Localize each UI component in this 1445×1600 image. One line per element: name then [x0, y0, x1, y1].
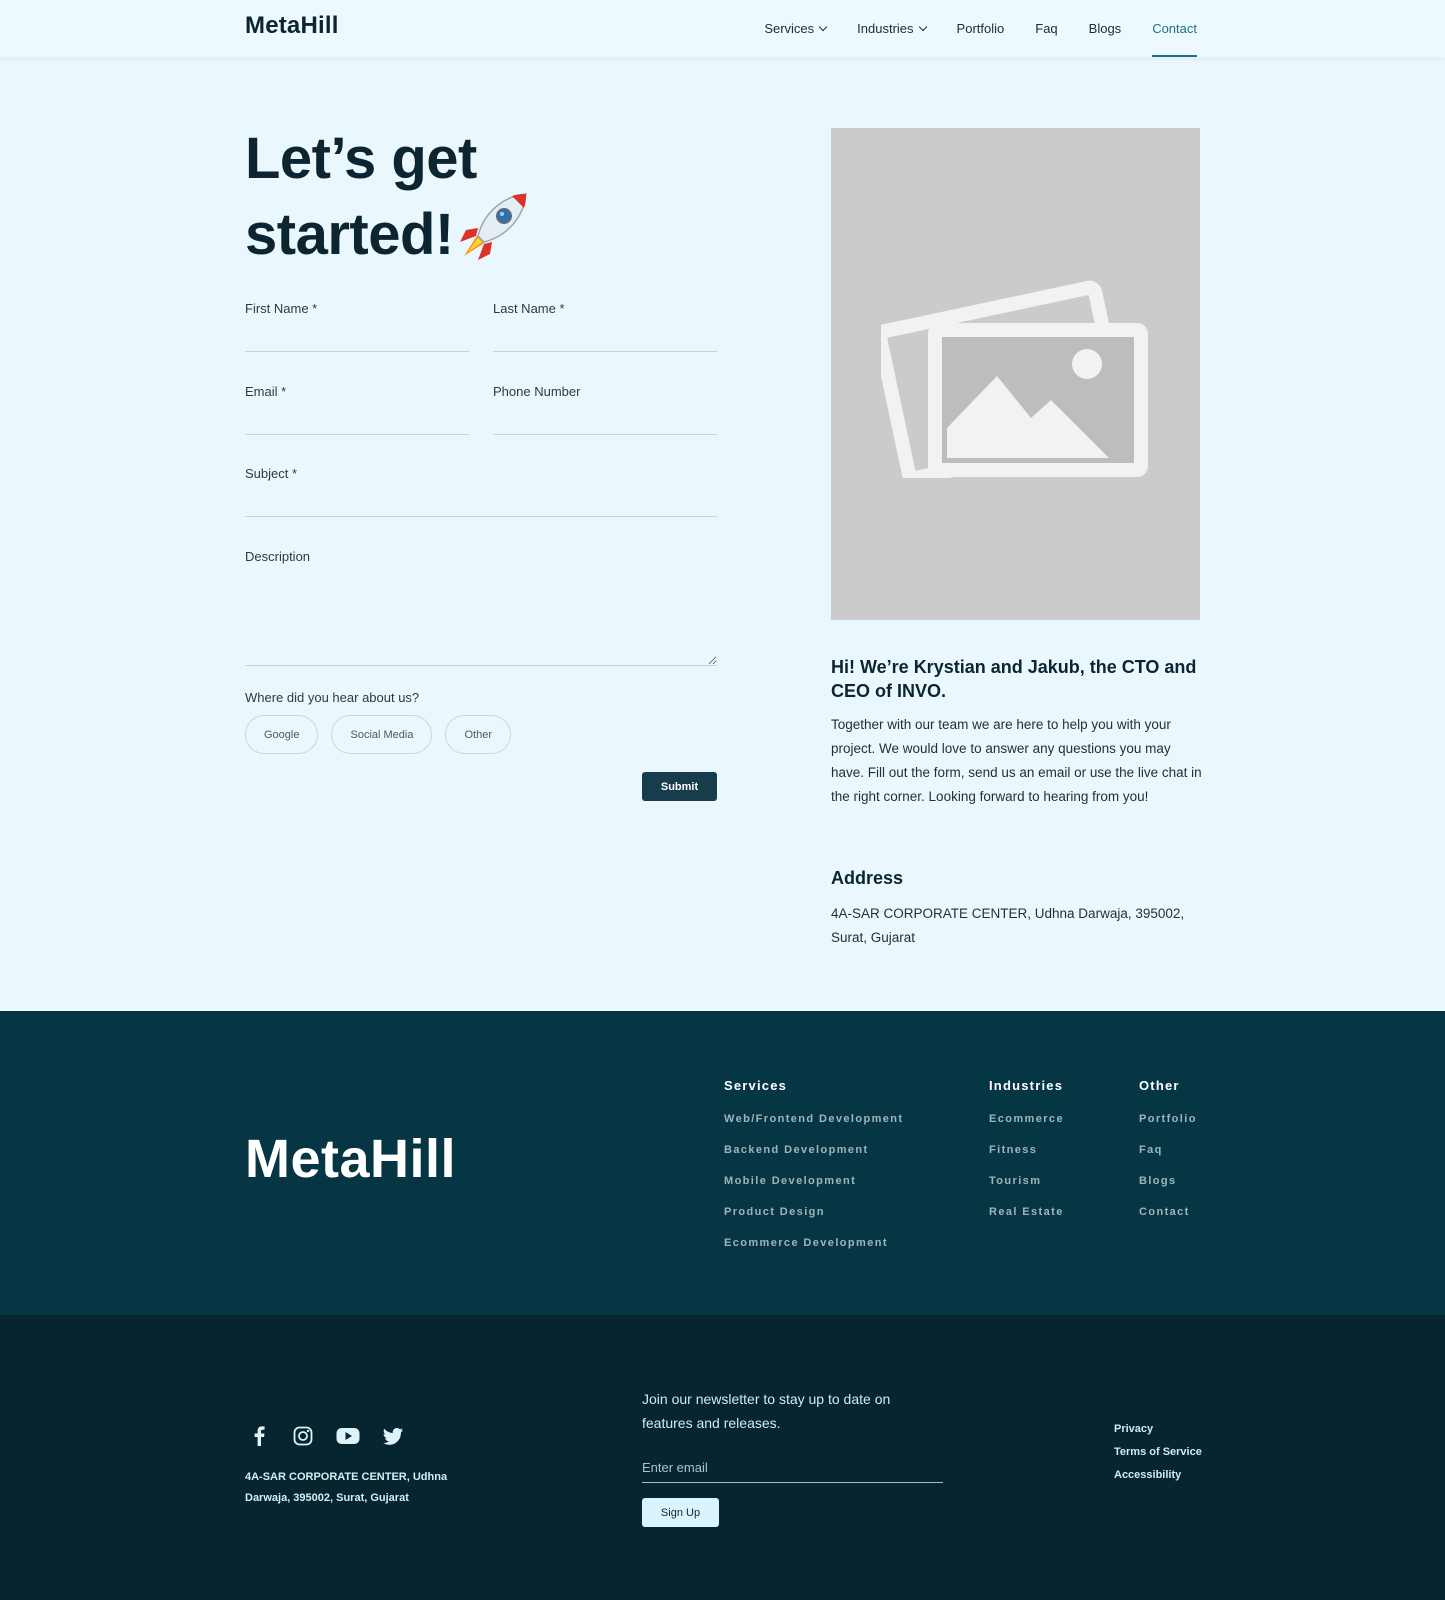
- hero-title-line2: started!: [245, 202, 454, 267]
- footer-link[interactable]: Product Design: [724, 1206, 903, 1218]
- footer-col-title: Other: [1139, 1078, 1180, 1093]
- nav-faq[interactable]: Faq: [1035, 0, 1057, 57]
- footer-link[interactable]: Faq: [1139, 1144, 1197, 1156]
- submit-button[interactable]: Submit: [642, 772, 717, 801]
- accessibility-link[interactable]: Accessibility: [1114, 1469, 1202, 1481]
- chevron-down-icon: [818, 22, 828, 32]
- newsletter-text: Join our newsletter to stay up to date o…: [642, 1391, 891, 1431]
- last-name-label: Last Name *: [493, 301, 565, 316]
- nav-industries-label: Industries: [857, 21, 914, 36]
- nav-contact[interactable]: Contact: [1152, 0, 1197, 57]
- hero-title-line1: Let’s get: [245, 126, 477, 191]
- last-name-field: Last Name *: [493, 301, 717, 352]
- footer-col-services: Services Web/Frontend Development Backen…: [724, 1078, 903, 1268]
- phone-input[interactable]: [493, 409, 717, 435]
- option-other[interactable]: Other: [445, 715, 511, 754]
- chevron-down-icon: [918, 22, 927, 32]
- footer-link[interactable]: Blogs: [1139, 1175, 1197, 1187]
- nav-services-label: Services: [764, 21, 815, 36]
- option-social-media[interactable]: Social Media: [331, 715, 433, 754]
- address-title: Address: [831, 868, 904, 888]
- footer-col-title: Services: [724, 1078, 788, 1093]
- footer-link[interactable]: Mobile Development: [724, 1175, 903, 1187]
- signup-button[interactable]: Sign Up: [642, 1498, 719, 1527]
- subject-field: Subject *: [245, 466, 717, 517]
- nav-services[interactable]: Services: [764, 0, 828, 57]
- email-field: Email *: [245, 384, 469, 435]
- email-label: Email *: [245, 384, 287, 399]
- youtube-icon[interactable]: [336, 1425, 360, 1447]
- hero-title: Let’s get started!: [245, 128, 530, 266]
- nav-links: Services Industries Portfolio Faq Blogs …: [764, 0, 1197, 57]
- privacy-link[interactable]: Privacy: [1114, 1423, 1202, 1435]
- newsletter-email-input[interactable]: [642, 1453, 943, 1483]
- footer-address: 4A-SAR CORPORATE CENTER, Udhna Darwaja, …: [245, 1471, 448, 1504]
- description-label: Description: [245, 549, 311, 564]
- footer-col-other: Other Portfolio Faq Blogs Contact: [1139, 1078, 1197, 1237]
- footer-link[interactable]: Backend Development: [724, 1144, 903, 1156]
- terms-link[interactable]: Terms of Service: [1114, 1446, 1202, 1458]
- description-textarea[interactable]: [245, 574, 717, 666]
- footer-link[interactable]: Ecommerce Development: [724, 1237, 903, 1249]
- footer-link[interactable]: Tourism: [989, 1175, 1064, 1187]
- nav-blogs[interactable]: Blogs: [1089, 0, 1122, 57]
- nav-portfolio[interactable]: Portfolio: [957, 0, 1005, 57]
- footer-link[interactable]: Ecommerce: [989, 1113, 1064, 1125]
- footer-link[interactable]: Contact: [1139, 1206, 1197, 1218]
- footer-top: MetaHill Services Web/Frontend Developme…: [0, 1011, 1445, 1315]
- nav-industries[interactable]: Industries: [857, 0, 927, 57]
- footer-link[interactable]: Fitness: [989, 1144, 1064, 1156]
- rocket-icon: [456, 190, 530, 262]
- image-placeholder-icon: [881, 280, 1148, 478]
- top-nav: MetaHill Services Industries Portfolio F…: [0, 0, 1445, 57]
- instagram-icon[interactable]: [292, 1425, 314, 1447]
- phone-field: Phone Number: [493, 384, 717, 435]
- intro-title: Hi! We’re Krystian and Jakub, the CTO an…: [831, 657, 1197, 701]
- subject-input[interactable]: [245, 491, 717, 517]
- hear-about-options: Google Social Media Other: [245, 715, 511, 754]
- facebook-icon[interactable]: [248, 1425, 270, 1447]
- option-google[interactable]: Google: [245, 715, 319, 754]
- subject-label: Subject *: [245, 466, 298, 481]
- legal-links: Privacy Terms of Service Accessibility: [1114, 1423, 1202, 1492]
- first-name-input[interactable]: [245, 326, 469, 352]
- image-placeholder: [831, 128, 1200, 620]
- footer-logo[interactable]: MetaHill: [245, 1128, 456, 1190]
- hear-about-label: Where did you hear about us?: [245, 690, 420, 705]
- intro-text: Together with our team we are here to he…: [831, 717, 1202, 804]
- email-input[interactable]: [245, 409, 469, 435]
- footer-col-industries: Industries Ecommerce Fitness Tourism Rea…: [989, 1078, 1064, 1237]
- footer-link[interactable]: Portfolio: [1139, 1113, 1197, 1125]
- description-field: Description: [245, 549, 717, 666]
- first-name-field: First Name *: [245, 301, 469, 352]
- footer-bottom: 4A-SAR CORPORATE CENTER, Udhna Darwaja, …: [0, 1315, 1445, 1600]
- footer-link[interactable]: Real Estate: [989, 1206, 1064, 1218]
- twitter-icon[interactable]: [382, 1425, 404, 1447]
- footer-col-title: Industries: [989, 1078, 1064, 1093]
- social-links: [248, 1425, 404, 1447]
- phone-label: Phone Number: [493, 384, 581, 399]
- last-name-input[interactable]: [493, 326, 717, 352]
- footer-link[interactable]: Web/Frontend Development: [724, 1113, 903, 1125]
- nav-logo[interactable]: MetaHill: [245, 12, 339, 40]
- address-text: 4A-SAR CORPORATE CENTER, Udhna Darwaja, …: [831, 906, 1185, 945]
- first-name-label: First Name *: [245, 301, 318, 316]
